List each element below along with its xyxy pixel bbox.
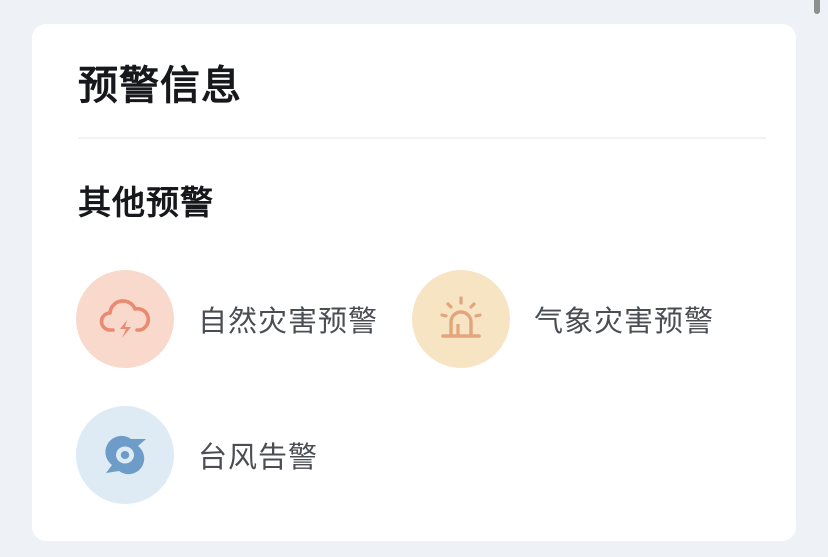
meteorological-disaster-icon-circle xyxy=(412,270,510,368)
scrollbar-thumb[interactable] xyxy=(814,0,820,14)
alert-item-natural-disaster[interactable]: 自然灾害预警 xyxy=(76,270,378,368)
alert-label-meteorological-disaster: 气象灾害预警 xyxy=(534,304,715,338)
alert-label-typhoon: 台风告警 xyxy=(198,440,319,474)
section-title-other-warnings: 其他预警 xyxy=(78,183,214,222)
alert-item-typhoon[interactable]: 台风告警 xyxy=(76,406,318,504)
warning-info-card: 预警信息 其他预警 自然灾害预警 气象灾害预警 台风告警 xyxy=(32,24,796,541)
typhoon-icon xyxy=(98,433,152,477)
alert-label-natural-disaster: 自然灾害预警 xyxy=(198,304,379,338)
divider xyxy=(78,137,766,139)
card-title: 预警信息 xyxy=(78,63,242,109)
typhoon-icon-circle xyxy=(76,406,174,504)
cloud-lightning-icon xyxy=(99,296,151,342)
natural-disaster-icon-circle xyxy=(76,270,174,368)
siren-icon xyxy=(436,295,486,343)
alert-item-meteorological-disaster[interactable]: 气象灾害预警 xyxy=(412,270,714,368)
page: 预警信息 其他预警 自然灾害预警 气象灾害预警 台风告警 xyxy=(0,0,828,557)
